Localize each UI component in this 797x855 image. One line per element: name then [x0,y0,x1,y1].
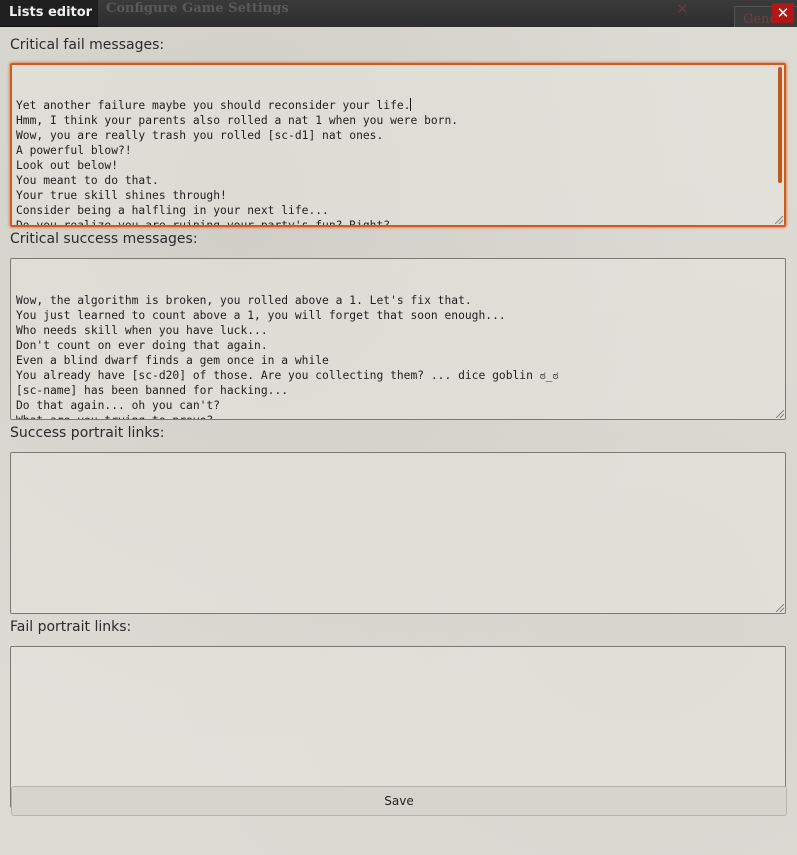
critical-success-textarea[interactable]: Wow, the algorithm is broken, you rolled… [10,258,786,420]
critical-success-line: Don't count on ever doing that again. [16,339,268,352]
lists-editor-window: Lists editor ✕ Critical fail messages: Y… [0,0,797,855]
critical-fail-textarea[interactable]: Yet another failure maybe you should rec… [10,63,786,227]
fail-portrait-textarea[interactable] [10,646,786,808]
critical-fail-resize-grip[interactable] [775,216,783,224]
critical-success-line: You just learned to count above a 1, you… [16,309,506,322]
critical-success-line: Who needs skill when you have luck... [16,324,268,337]
critical-success-line: Even a blind dwarf finds a gem once in a… [16,354,329,367]
window-titlebar[interactable]: Lists editor [0,0,98,27]
critical-fail-line: Wow, you are really trash you rolled [sc… [16,129,384,142]
critical-fail-line: Do you realize you are ruining your part… [16,219,418,227]
critical-success-resize-grip[interactable] [776,410,784,418]
critical-success-line: You already have [sc-d20] of those. Are … [16,369,559,382]
window-title: Lists editor [9,5,93,20]
critical-fail-line: Your true skill shines through! [16,189,227,202]
critical-fail-line: You meant to do that. [16,174,159,187]
critical-fail-lines: Yet another failure maybe you should rec… [16,98,780,227]
critical-success-lines: Wow, the algorithm is broken, you rolled… [16,293,780,419]
critical-fail-label: Critical fail messages: [10,37,165,53]
critical-fail-line: Yet another failure maybe you should rec… [16,98,412,112]
text-caret [410,98,412,111]
critical-success-line: What are you trying to prove? [16,413,780,419]
critical-fail-line: Consider being a halfling in your next l… [16,204,329,217]
critical-fail-line: A powerful blow?! [16,144,132,157]
success-portrait-textarea[interactable] [10,452,786,614]
fail-portrait-label: Fail portrait links: [10,619,132,635]
success-portrait-resize-grip[interactable] [776,604,784,612]
save-button[interactable]: Save [11,786,787,816]
critical-success-label: Critical success messages: [10,231,198,247]
critical-success-line: Do that again... oh you can't? [16,399,221,412]
critical-fail-scrollbar[interactable] [778,67,782,183]
success-portrait-label: Success portrait links: [10,425,165,441]
critical-fail-line: Hmm, I think your parents also rolled a … [16,114,459,127]
close-icon[interactable]: ✕ [772,3,794,23]
critical-success-line: [sc-name] has been banned for hacking... [16,384,289,397]
critical-fail-line: Look out below! [16,159,119,172]
critical-success-line: Wow, the algorithm is broken, you rolled… [16,294,472,307]
